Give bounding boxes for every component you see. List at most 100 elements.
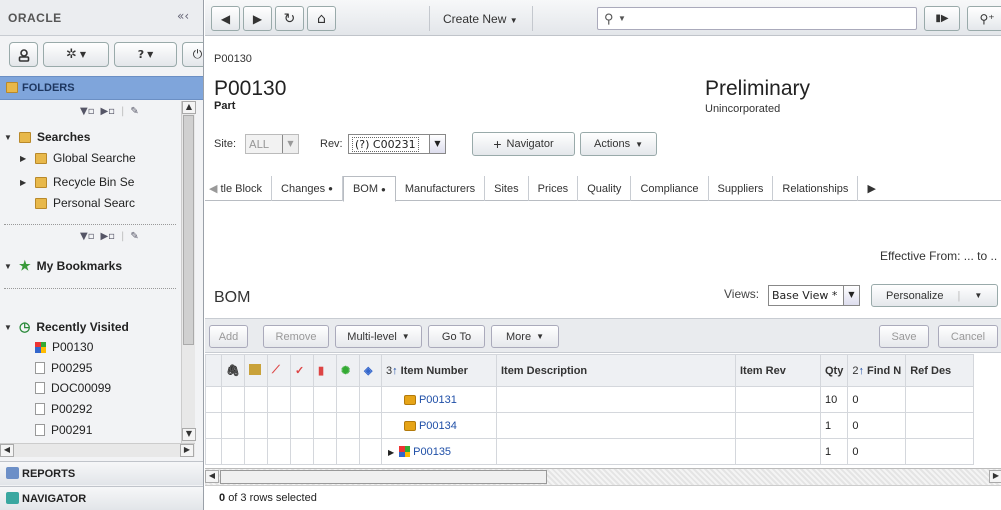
table-row[interactable]: ▶ P00135 1 0 (205, 438, 975, 465)
column-icon-5[interactable]: ✺ (335, 354, 360, 387)
tab-bom[interactable]: BOM ● (342, 176, 396, 202)
table-row[interactable]: P00131 10 0 (205, 386, 975, 413)
column-icon-6[interactable]: ◈ (358, 354, 382, 387)
find-num-column-header[interactable]: 2↑ Find N (847, 354, 907, 387)
column-icon-1[interactable] (243, 354, 268, 387)
recent-item[interactable]: P00292 (35, 402, 92, 416)
settings-menu-button[interactable]: ✲ ▼ (43, 42, 109, 67)
expand-all-icon[interactable]: ▶▫ (100, 231, 114, 242)
scroll-down-icon[interactable]: ▼ (182, 428, 196, 441)
tab-title-block[interactable]: ◀ tle Block (205, 176, 273, 201)
scroll-right-icon[interactable]: ▶ (989, 470, 1001, 483)
item-number-column-header[interactable]: 3↑ Item Number (380, 354, 497, 387)
save-button[interactable]: Save (879, 325, 929, 348)
site-select[interactable]: ALL ▼ (245, 134, 299, 154)
advanced-search-button[interactable]: ⚲⁺ (967, 6, 1001, 31)
refresh-button[interactable]: ↻ (275, 6, 304, 31)
recent-item[interactable]: P00130 (35, 340, 93, 354)
tree-node-bookmarks[interactable]: ▼ ★ My Bookmarks (4, 258, 122, 274)
scroll-thumb[interactable] (183, 115, 194, 345)
qty-cell[interactable]: 1 (819, 412, 849, 439)
collapse-all-icon[interactable]: ▼▫ (80, 231, 94, 242)
tab-manufacturers[interactable]: Manufacturers (396, 176, 486, 201)
tree-node-searches[interactable]: ▼ Searches (4, 130, 90, 144)
grid-horizontal-scrollbar[interactable]: ◀ ▶ (205, 468, 1001, 485)
column-icon-2[interactable]: ⟋ (266, 354, 291, 387)
tab-quality[interactable]: Quality (578, 176, 632, 201)
ref-des-column-header[interactable]: Ref Des (905, 354, 975, 387)
search-input[interactable]: ⚲ ▼ (597, 7, 917, 30)
tab-suppliers[interactable]: Suppliers (709, 176, 774, 201)
reports-header[interactable]: REPORTS (0, 461, 203, 485)
help-menu-button[interactable]: ? ▼ (114, 42, 177, 67)
forward-button[interactable]: ▶ (243, 6, 272, 31)
column-icon-3[interactable]: ✓ (289, 354, 314, 387)
collapse-sidebar-icon[interactable]: «‹ (177, 9, 189, 23)
home-button[interactable]: ⌂ (307, 6, 336, 31)
tree-vertical-scrollbar[interactable]: ▲ ▼ (181, 101, 196, 443)
personalize-button[interactable]: Personalize | ▼ (871, 284, 998, 307)
tab-prices[interactable]: Prices (529, 176, 579, 201)
find-num-cell[interactable]: 0 (847, 386, 907, 413)
more-menu-button[interactable]: More ▼ (491, 325, 559, 348)
edit-icon[interactable]: ✎ (130, 231, 138, 242)
scroll-right-icon[interactable]: ▶ (180, 444, 194, 457)
scroll-left-icon[interactable]: ◀ (0, 444, 14, 457)
item-rev-column-header[interactable]: Item Rev (734, 354, 821, 387)
tree-node-recycle-bin[interactable]: ▶ Recycle Bin Se (20, 175, 134, 189)
add-button[interactable]: Add (209, 325, 248, 348)
recent-item[interactable]: P00291 (35, 423, 92, 437)
item-number-link[interactable]: P00135 (413, 446, 451, 458)
views-select[interactable]: Base View * ▼ (768, 285, 860, 306)
user-profile-button[interactable] (9, 42, 38, 67)
navigator-header[interactable]: NAVIGATOR (0, 486, 203, 510)
tree-node-personal-searches[interactable]: Personal Searc (35, 196, 135, 210)
ref-des-cell[interactable] (905, 438, 975, 465)
find-num-cell[interactable]: 0 (847, 412, 907, 439)
attachment-column-icon[interactable]: 🖇 (221, 354, 245, 387)
tree-node-global-searches[interactable]: ▶ Global Searche (20, 151, 136, 165)
recent-item[interactable]: P00295 (35, 361, 92, 375)
ref-des-cell[interactable] (905, 412, 975, 439)
edit-icon[interactable]: ✎ (130, 106, 138, 117)
tree-node-recently-visited[interactable]: ▼ ◷ Recently Visited (4, 319, 129, 335)
go-to-button[interactable]: Go To (428, 325, 485, 348)
multi-level-button[interactable]: Multi-level ▼ (335, 325, 422, 348)
cancel-button[interactable]: Cancel (938, 325, 998, 348)
tab-changes[interactable]: Changes ● (272, 176, 343, 201)
effective-from-text[interactable]: Effective From: ... to .. (880, 249, 997, 263)
tab-sites[interactable]: Sites (485, 176, 529, 201)
remove-button[interactable]: Remove (263, 325, 329, 348)
scroll-up-icon[interactable]: ▲ (182, 101, 196, 114)
tab-relationships[interactable]: Relationships (773, 176, 859, 201)
expand-row-icon[interactable]: ▶ (388, 448, 394, 457)
run-search-button[interactable]: ▮▶ (924, 6, 960, 31)
item-description-column-header[interactable]: Item Description (495, 354, 736, 387)
item-number-link[interactable]: P00134 (419, 420, 457, 432)
item-number-link[interactable]: P00131 (419, 394, 457, 406)
recent-item[interactable]: DOC00099 (35, 381, 111, 395)
find-num-cell[interactable]: 0 (847, 438, 907, 465)
tab-compliance[interactable]: Compliance (631, 176, 709, 201)
create-new-menu[interactable]: Create New ▼ (443, 12, 518, 26)
scroll-left-icon[interactable]: ◀ (205, 470, 219, 483)
logout-button[interactable]: ⏻ (182, 42, 203, 67)
column-icon-4[interactable]: ▮ (312, 354, 337, 387)
expand-all-icon[interactable]: ▶▫ (100, 106, 114, 117)
folders-header[interactable]: FOLDERS (0, 76, 203, 100)
scroll-tabs-left-icon[interactable]: ◀ (209, 182, 217, 195)
navigator-button[interactable]: + Navigator (472, 132, 575, 156)
revision-select[interactable]: (?) C00231 ▼ (348, 134, 446, 154)
ref-des-cell[interactable] (905, 386, 975, 413)
qty-cell[interactable]: 10 (819, 386, 849, 413)
back-button[interactable]: ◀ (211, 6, 240, 31)
collapse-all-icon[interactable]: ▼▫ (80, 106, 94, 117)
actions-menu-button[interactable]: Actions ▼ (580, 132, 657, 156)
table-row[interactable]: P00134 1 0 (205, 412, 975, 439)
scroll-tabs-right-icon[interactable]: ▶ (858, 176, 884, 201)
qty-column-header[interactable]: Qty (819, 354, 849, 387)
tree-horizontal-scrollbar[interactable]: ◀ ▶ (0, 443, 195, 457)
qty-cell[interactable]: 1 (819, 438, 849, 465)
breadcrumb[interactable]: P00130 (214, 53, 252, 65)
scroll-thumb[interactable] (220, 470, 547, 484)
